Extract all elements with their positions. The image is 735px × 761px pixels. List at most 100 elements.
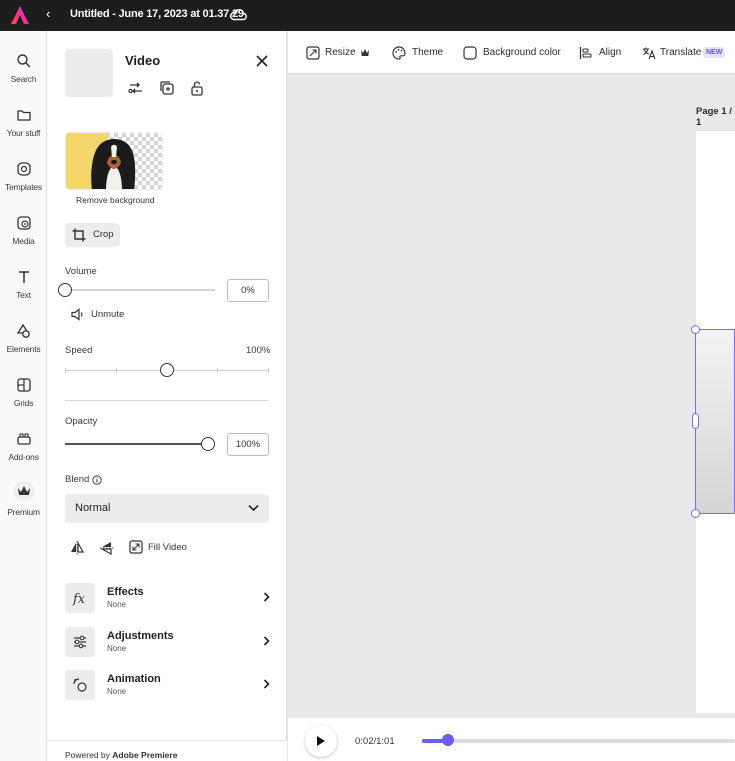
- flip-horizontal-icon[interactable]: [69, 540, 85, 556]
- panel-title: Video: [125, 53, 161, 68]
- adobe-express-logo[interactable]: [10, 5, 30, 25]
- rail-label: Media: [12, 236, 35, 246]
- templates-icon: [16, 162, 31, 176]
- opacity-value-field[interactable]: 100%: [227, 433, 269, 456]
- info-icon[interactable]: [92, 475, 102, 485]
- new-badge: NEW: [703, 47, 726, 58]
- rail-item-elements[interactable]: Elements: [0, 323, 47, 354]
- premium-crown-icon: [13, 480, 34, 502]
- rail-label: Premium: [7, 507, 40, 517]
- chevron-right-icon: [263, 636, 270, 646]
- remove-background-label[interactable]: Remove background: [76, 195, 154, 205]
- volume-track[interactable]: [65, 289, 215, 291]
- adjustments-title: Adjustments: [107, 630, 174, 642]
- rail-label: Grids: [13, 398, 34, 408]
- duplicate-icon[interactable]: [158, 79, 176, 97]
- folder-icon: [16, 110, 31, 121]
- align-button[interactable]: Align: [579, 45, 624, 61]
- blend-mode-select[interactable]: Normal: [65, 494, 269, 523]
- animation-icon: [73, 678, 87, 692]
- fill-video-label[interactable]: Fill Video: [148, 542, 187, 553]
- rail-item-premium[interactable]: Premium: [0, 480, 47, 517]
- resize-handle-bottom-left[interactable]: [691, 509, 700, 518]
- section-divider: [65, 400, 269, 401]
- resize-handle-top-left[interactable]: [691, 325, 700, 334]
- cloud-icon[interactable]: [229, 7, 247, 21]
- rail-label: Elements: [6, 344, 41, 354]
- playback-time: 0:02/1:01: [355, 736, 395, 747]
- speed-knob[interactable]: [160, 363, 174, 377]
- speed-tick: [65, 368, 66, 373]
- animation-row[interactable]: Animation None: [65, 670, 275, 702]
- flip-vertical-icon[interactable]: [99, 540, 115, 556]
- resize-icon: [306, 46, 320, 60]
- rail-label: Templates: [5, 182, 42, 192]
- theme-button[interactable]: Theme: [392, 45, 452, 61]
- palette-icon: [392, 46, 406, 60]
- unmute-button[interactable]: Unmute: [71, 307, 141, 323]
- media-icon: [16, 216, 31, 230]
- rail-label: Add-ons: [8, 452, 39, 462]
- remove-background-card[interactable]: [65, 132, 163, 190]
- resize-button[interactable]: Resize: [306, 45, 372, 61]
- replace-icon[interactable]: [127, 79, 145, 97]
- effects-value: None: [107, 600, 127, 609]
- translate-button[interactable]: Translate NEW: [642, 45, 732, 61]
- resize-handle-left[interactable]: [692, 413, 699, 429]
- opacity-label: Opacity: [65, 416, 98, 427]
- rail-item-add-ons[interactable]: Add-ons: [0, 431, 47, 462]
- adjustments-sliders-icon: [74, 635, 86, 649]
- speed-tick: [268, 368, 269, 373]
- opacity-knob[interactable]: [201, 437, 215, 451]
- dog-preview-image: [66, 133, 162, 189]
- text-icon: [18, 271, 29, 283]
- speed-tick: [116, 368, 117, 373]
- fill-expand-icon: [129, 540, 143, 554]
- opacity-fill: [65, 443, 208, 445]
- canvas-area[interactable]: Page 1 / 1: [288, 74, 735, 761]
- background-color-label: Background color: [483, 47, 561, 58]
- rail-item-media[interactable]: Media: [0, 215, 47, 246]
- svg-text:fx: fx: [72, 592, 86, 606]
- close-icon[interactable]: [254, 53, 270, 69]
- blend-label: Blend: [65, 474, 90, 485]
- rail-item-search[interactable]: Search: [0, 53, 47, 84]
- rail-item-text[interactable]: Text: [0, 269, 47, 300]
- timeline-scrubber[interactable]: [442, 734, 455, 746]
- play-icon: [317, 736, 325, 746]
- fx-icon: fx: [72, 592, 86, 606]
- rail-item-your-stuff[interactable]: Your stuff: [0, 107, 47, 138]
- speed-tick: [217, 368, 218, 373]
- volume-knob[interactable]: [58, 283, 72, 297]
- back-chevron-icon[interactable]: ‹: [46, 6, 50, 21]
- unlock-icon[interactable]: [188, 79, 206, 97]
- speed-value: 100%: [246, 345, 271, 356]
- left-rail: Search Your stuff Templates Media Text E…: [0, 31, 47, 761]
- speaker-muted-icon: [71, 308, 83, 321]
- animation-value: None: [107, 687, 127, 696]
- rail-item-grids[interactable]: Grids: [0, 377, 47, 408]
- adjustments-value: None: [107, 644, 127, 653]
- rail-item-templates[interactable]: Templates: [0, 161, 47, 192]
- canvas-toolbar: Resize Theme Background color Align Tran…: [288, 31, 735, 74]
- rail-label: Search: [10, 74, 37, 84]
- adjustments-row[interactable]: Adjustments None: [65, 627, 275, 659]
- background-color-button[interactable]: Background color: [463, 45, 563, 61]
- play-button[interactable]: [305, 725, 337, 757]
- effects-row[interactable]: fx Effects None: [65, 583, 275, 615]
- crop-button[interactable]: Crop: [65, 223, 120, 247]
- rail-label: Your stuff: [6, 128, 41, 138]
- translate-icon: [643, 47, 656, 60]
- document-title[interactable]: Untitled - June 17, 2023 at 01.37.29: [70, 8, 244, 20]
- timeline-track[interactable]: [422, 739, 735, 743]
- volume-value-field[interactable]: 0%: [227, 279, 269, 302]
- crop-icon: [72, 228, 86, 242]
- adjustments-icon-tile: [65, 627, 95, 657]
- effects-title: Effects: [107, 586, 144, 598]
- speed-label: Speed: [65, 345, 93, 356]
- grid-icon: [16, 378, 31, 392]
- chevron-right-icon: [263, 679, 270, 689]
- color-swatch-icon: [463, 46, 477, 60]
- selected-video-element[interactable]: [695, 329, 735, 514]
- theme-label: Theme: [412, 47, 444, 58]
